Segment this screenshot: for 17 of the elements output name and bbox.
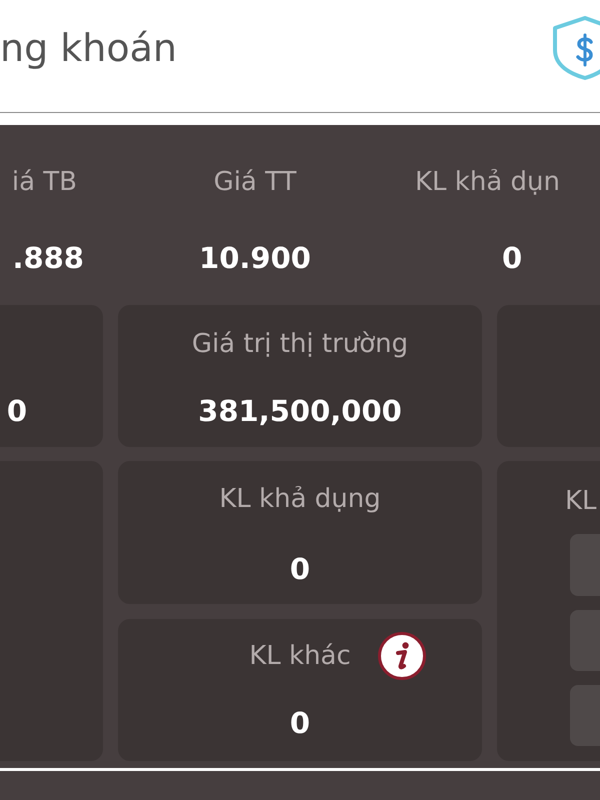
card-value: 381,500,000 [198,393,402,430]
card-label: Giá trị thị trường [192,328,408,361]
card-label: KL [565,485,597,518]
card-value: 0 [290,551,310,588]
info-icon[interactable] [378,632,426,680]
column-value: 10.900 [199,240,311,277]
shield-dollar-icon[interactable] [553,16,600,80]
column-label: iá TB [12,166,77,199]
page-title: ng khoán [0,25,177,72]
column-label: Giá TT [214,166,296,199]
card-value: 0 [290,705,310,742]
card-label: KL khả dụng [219,483,381,516]
card-value: 0 [6,393,27,430]
column-value: 0 [502,240,522,277]
column-label: KL khả dụn [415,166,560,199]
card-label: KL khác [249,640,351,673]
column-value: .888 [12,240,84,277]
